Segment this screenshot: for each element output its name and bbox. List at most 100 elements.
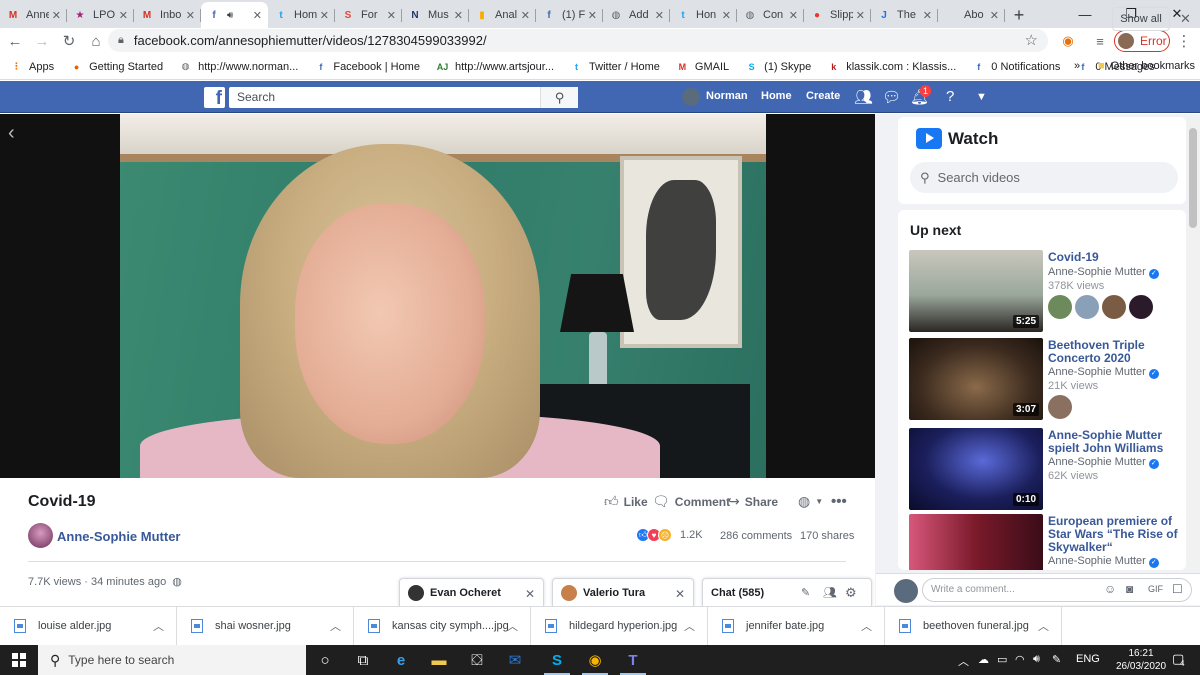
video-title-link[interactable]: European premiere of Star Wars “The Rise…	[1048, 515, 1178, 554]
camera-icon[interactable]: ◙	[1126, 582, 1133, 596]
browser-tab[interactable]: f 🔊︎ ✕	[201, 2, 268, 28]
show-hidden-icons-chevron-icon[interactable]: ︿	[958, 653, 969, 669]
pen-icon[interactable]: ✎	[1052, 653, 1061, 666]
cortana-icon[interactable]: ○	[306, 645, 344, 675]
skype-icon[interactable]: S	[538, 645, 576, 675]
mail-icon[interactable]: ✉	[496, 645, 534, 675]
close-tab-icon[interactable]: ✕	[387, 9, 396, 22]
home-icon[interactable]: ⌂	[84, 29, 108, 53]
browser-tab[interactable]: J The ✕	[871, 2, 938, 28]
chevron-up-icon[interactable]: ︿	[330, 618, 341, 634]
close-tab-icon[interactable]: ✕	[923, 9, 932, 22]
bookmark-item[interactable]: f 0 Notifications	[972, 60, 1060, 73]
reading-list-icon[interactable]: ≡	[1090, 31, 1110, 51]
bookmark-item[interactable]: ◍ http://www.norman...	[179, 60, 299, 73]
bookmark-item[interactable]: ● Getting Started	[70, 60, 163, 73]
download-item[interactable]: beethoven funeral.jpg ︿	[885, 607, 1062, 645]
windows-start-icon[interactable]	[0, 645, 38, 675]
task-view-icon[interactable]: ⧉	[344, 645, 382, 675]
close-tab-icon[interactable]: ✕	[655, 9, 664, 22]
show-all-downloads-button[interactable]: Show all	[1112, 7, 1170, 31]
chat-tab-evan[interactable]: Evan Ocheret ✕	[399, 578, 544, 607]
video-title-link[interactable]: Anne-Sophie Mutter spielt John Williams	[1048, 429, 1178, 455]
forward-arrow-icon[interactable]: →	[30, 29, 54, 53]
bookmark-item[interactable]: t Twitter / Home	[570, 60, 660, 73]
browser-tab[interactable]: ▮ Anal ✕	[469, 2, 536, 28]
chat-settings-gear-icon[interactable]: ⚙	[845, 585, 857, 601]
new-tab-button[interactable]: +	[1005, 2, 1033, 28]
close-tab-icon[interactable]: ✕	[521, 9, 530, 22]
browser-tab[interactable]: ★ LPO ✕	[67, 2, 134, 28]
page-name-link[interactable]: Anne-Sophie Mutter	[57, 529, 181, 544]
close-tab-icon[interactable]: ✕	[52, 9, 61, 22]
share-button[interactable]: ↪ Share	[728, 493, 778, 510]
close-tab-icon[interactable]: ✕	[119, 9, 128, 22]
video-thumbnail[interactable]: 0:10	[909, 428, 1043, 510]
close-tab-icon[interactable]: ✕	[186, 9, 195, 22]
facebook-logo-icon[interactable]: f	[204, 87, 225, 108]
browser-tab[interactable]: ◍ Add ✕	[603, 2, 670, 28]
close-icon[interactable]: ✕	[525, 587, 535, 601]
close-tab-icon[interactable]: ✕	[320, 9, 329, 22]
other-bookmarks-folder[interactable]: ■ Other bookmarks	[1098, 60, 1195, 72]
comments-count-link[interactable]: 286 comments	[720, 530, 792, 542]
wifi-icon[interactable]: ◠	[1015, 653, 1025, 666]
teams-icon[interactable]: T	[614, 645, 652, 675]
search-icon[interactable]: ⚲	[540, 87, 578, 108]
reload-icon[interactable]: ↻	[57, 29, 81, 53]
minimize-window-button[interactable]: —	[1062, 0, 1108, 28]
gif-icon[interactable]: GIF	[1148, 584, 1163, 594]
up-next-item[interactable]: 0:10 Anne-Sophie Mutter spielt John Will…	[909, 428, 1184, 512]
profile-error-button[interactable]: Error	[1114, 30, 1170, 52]
back-arrow-icon[interactable]: ←	[3, 29, 27, 53]
friend-requests-icon[interactable]: 👥︎	[854, 88, 873, 106]
close-icon[interactable]: ✕	[675, 587, 685, 601]
battery-icon[interactable]: ▭	[997, 653, 1007, 666]
audience-selector[interactable]: ◍ ▼	[798, 493, 823, 510]
up-next-item[interactable]: 3:07 Beethoven Triple Concerto 2020 Anne…	[909, 338, 1184, 422]
sidebar-scrollbar-thumb[interactable]	[1189, 128, 1197, 228]
extension-icon[interactable]: ◉	[1058, 31, 1078, 51]
shares-count-link[interactable]: 170 shares	[800, 530, 854, 542]
more-options-icon[interactable]: •••	[831, 493, 847, 510]
download-item[interactable]: kansas city symph....jpg ︿	[354, 607, 531, 645]
windows-search-input[interactable]: ⚲ Type here to search	[38, 645, 306, 675]
video-player[interactable]: ‹	[0, 114, 875, 478]
comment-button[interactable]: 🗨︎ Comment	[652, 493, 730, 510]
browser-tab[interactable]: f (1) F ✕	[536, 2, 603, 28]
chat-sidebar-tab[interactable]: Chat (585) ✎ 👥︎ ⚙	[702, 578, 872, 607]
close-downloads-icon[interactable]: ✕	[1180, 11, 1191, 27]
up-next-item[interactable]: European premiere of Star Wars “The Rise…	[909, 514, 1184, 570]
close-tab-icon[interactable]: ✕	[588, 9, 597, 22]
up-next-item[interactable]: 5:25 Covid-19 Anne-Sophie Mutter ✓ 378K v…	[909, 250, 1184, 334]
browser-tab[interactable]: S For ✕	[335, 2, 402, 28]
bookmark-item[interactable]: k klassik.com : Klassis...	[827, 60, 956, 73]
volume-icon[interactable]: 🔊︎	[1033, 653, 1040, 666]
browser-tab[interactable]: Abo ✕	[938, 2, 1005, 28]
chevron-up-icon[interactable]: ︿	[153, 618, 164, 634]
previous-video-chevron-icon[interactable]: ‹	[8, 122, 15, 145]
chat-tab-valerio[interactable]: Valerio Tura ✕	[552, 578, 694, 607]
chevron-up-icon[interactable]: ︿	[1038, 618, 1049, 634]
watch-title[interactable]: Watch	[948, 129, 998, 149]
nav-profile-link[interactable]: Norman	[706, 90, 748, 102]
browser-menu-icon[interactable]: ⋮	[1174, 31, 1194, 51]
facebook-search-input[interactable]: Search ⚲	[229, 87, 578, 108]
nav-create-link[interactable]: Create	[806, 90, 840, 102]
browser-tab[interactable]: t Hon ✕	[670, 2, 737, 28]
more-bookmarks-chevron-icon[interactable]: »	[1074, 60, 1080, 72]
bookmark-item[interactable]: ⋮ Apps	[10, 60, 54, 73]
close-tab-icon[interactable]: ✕	[253, 9, 262, 22]
download-item[interactable]: jennifer bate.jpg ︿	[708, 607, 885, 645]
download-item[interactable]: louise alder.jpg ︿	[0, 607, 177, 645]
browser-tab[interactable]: N Mus ✕	[402, 2, 469, 28]
browser-tab[interactable]: M Inbo ✕	[134, 2, 201, 28]
store-icon[interactable]: ⛋	[458, 645, 496, 675]
bookmark-item[interactable]: S (1) Skype	[745, 60, 812, 73]
page-avatar[interactable]	[28, 523, 53, 548]
close-tab-icon[interactable]: ✕	[990, 9, 999, 22]
close-tab-icon[interactable]: ✕	[856, 9, 865, 22]
bookmark-item[interactable]: AJ http://www.artsjour...	[436, 60, 554, 73]
chevron-up-icon[interactable]: ︿	[861, 618, 872, 634]
onedrive-cloud-icon[interactable]: ☁	[978, 653, 989, 666]
